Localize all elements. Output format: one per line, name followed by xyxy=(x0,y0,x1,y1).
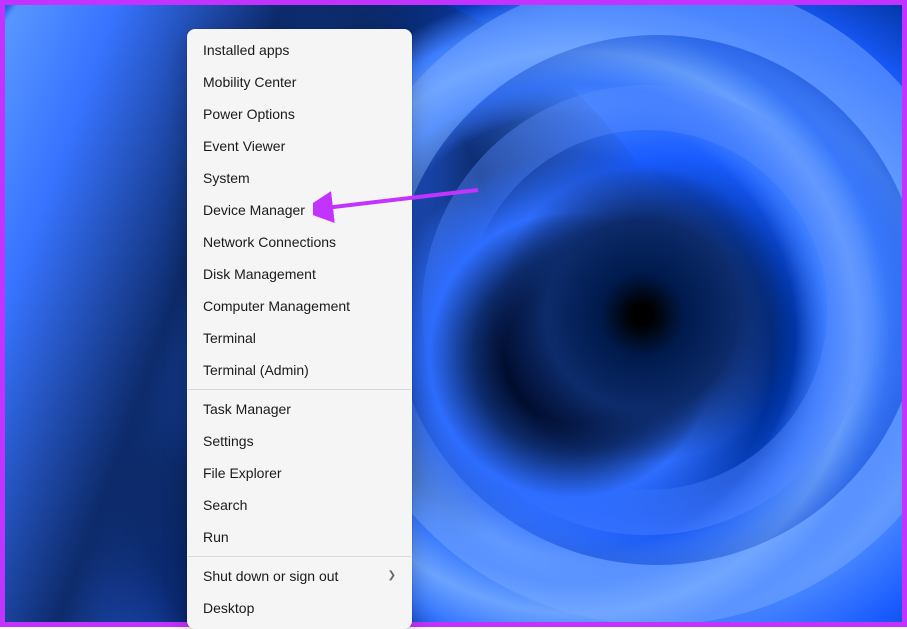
menu-item-terminal-admin[interactable]: Terminal (Admin) xyxy=(187,354,412,386)
menu-item-installed-apps[interactable]: Installed apps xyxy=(187,34,412,66)
menu-item-search[interactable]: Search xyxy=(187,489,412,521)
menu-item-task-manager[interactable]: Task Manager xyxy=(187,393,412,425)
menu-item-file-explorer[interactable]: File Explorer xyxy=(187,457,412,489)
menu-item-settings[interactable]: Settings xyxy=(187,425,412,457)
menu-item-desktop[interactable]: Desktop xyxy=(187,592,412,624)
chevron-right-icon: ❯ xyxy=(388,567,396,585)
menu-item-disk-management[interactable]: Disk Management xyxy=(187,258,412,290)
menu-item-terminal[interactable]: Terminal xyxy=(187,322,412,354)
menu-item-system[interactable]: System xyxy=(187,162,412,194)
menu-item-network-connections[interactable]: Network Connections xyxy=(187,226,412,258)
menu-separator xyxy=(188,389,411,390)
menu-item-mobility-center[interactable]: Mobility Center xyxy=(187,66,412,98)
winx-context-menu: Installed apps Mobility Center Power Opt… xyxy=(187,29,412,629)
menu-item-event-viewer[interactable]: Event Viewer xyxy=(187,130,412,162)
menu-item-run[interactable]: Run xyxy=(187,521,412,553)
menu-item-device-manager[interactable]: Device Manager xyxy=(187,194,412,226)
desktop-wallpaper xyxy=(5,5,902,622)
menu-item-shutdown-signout[interactable]: Shut down or sign out ❯ xyxy=(187,560,412,592)
menu-separator xyxy=(188,556,411,557)
menu-item-power-options[interactable]: Power Options xyxy=(187,98,412,130)
menu-item-computer-management[interactable]: Computer Management xyxy=(187,290,412,322)
